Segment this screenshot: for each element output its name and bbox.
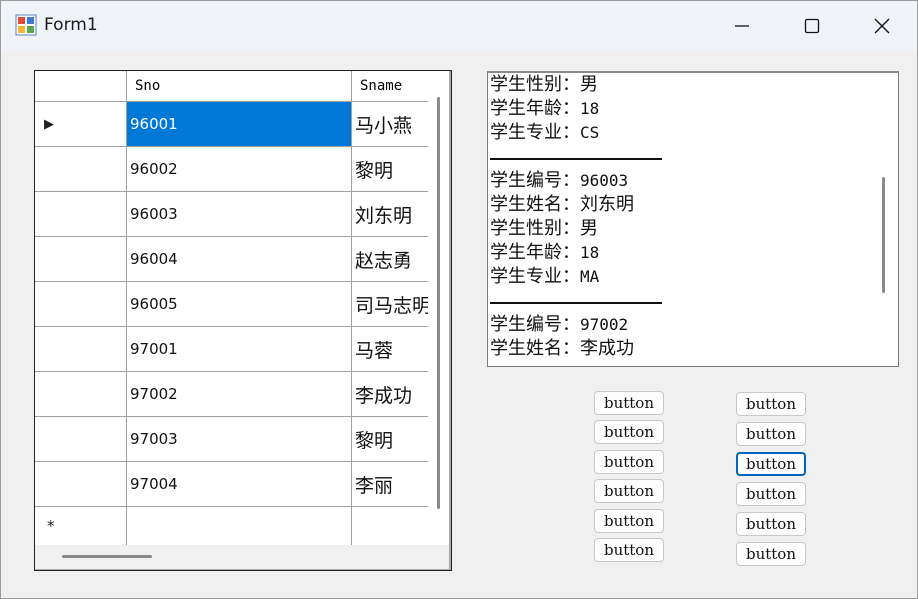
info-value: 18	[580, 99, 600, 118]
cell-sname[interactable]: 黎明	[352, 417, 428, 462]
separator-line	[490, 289, 870, 313]
textbox-vertical-scroll-thumb[interactable]	[882, 177, 885, 293]
info-line: 学生专业：CS	[490, 121, 870, 145]
info-label: 学生专业：	[490, 266, 580, 287]
left-button-2[interactable]: button	[594, 420, 664, 444]
cell-sno[interactable]: 96003	[127, 192, 352, 237]
cell-sno[interactable]: 97002	[127, 372, 352, 417]
info-label: 学生姓名：	[490, 194, 580, 215]
info-label: 学生姓名：	[490, 338, 580, 359]
info-label: 学生专业：	[490, 122, 580, 143]
minimize-button[interactable]	[709, 1, 775, 51]
right-button-6[interactable]: button	[736, 542, 806, 566]
cell-sno[interactable]: 96004	[127, 237, 352, 282]
info-line: 学生性别：男	[490, 73, 870, 97]
title-bar[interactable]: Form1	[1, 1, 917, 51]
info-line: 学生姓名：李成功	[490, 337, 870, 361]
left-button-5[interactable]: button	[594, 509, 664, 533]
textbox-content: 学生性别：男 学生年龄：18 学生专业：CS 学生编号：96003 学生姓名：刘东明 学生…	[490, 73, 870, 361]
cell-sno[interactable]: 96002	[127, 147, 352, 192]
student-data-grid[interactable]: Sno Sname ▶ 96001 马小燕 96002 黎明 96003 刘东明 96004 赵…	[34, 70, 452, 571]
cell-sname[interactable]: 黎明	[352, 147, 428, 192]
row-header[interactable]	[35, 237, 127, 282]
minimize-icon	[735, 25, 749, 27]
textbox-vertical-scrollbar[interactable]	[868, 73, 898, 366]
info-value: CS	[580, 123, 600, 142]
cell-sno[interactable]: 97004	[127, 462, 352, 507]
current-row-indicator-icon: ▶	[44, 116, 54, 132]
info-line: 学生年龄：18	[490, 97, 870, 121]
row-header[interactable]	[35, 372, 127, 417]
maximize-icon	[804, 18, 820, 34]
student-info-textbox[interactable]: 学生性别：男 学生年龄：18 学生专业：CS 学生编号：96003 学生姓名：刘东明 学生…	[487, 71, 899, 367]
info-value: 18	[580, 243, 600, 262]
new-row-cell-sno[interactable]	[127, 507, 352, 545]
new-row-cell-sname[interactable]	[352, 507, 428, 545]
info-label: 学生编号：	[490, 314, 580, 335]
info-label: 学生性别：	[490, 74, 580, 95]
close-icon	[874, 18, 890, 34]
app-icon	[15, 14, 37, 36]
right-button-3[interactable]: button	[736, 452, 806, 476]
info-line: 学生编号：96003	[490, 169, 870, 193]
info-value: 刘东明	[580, 194, 634, 215]
info-label: 学生年龄：	[490, 242, 580, 263]
new-row-icon: *	[47, 517, 55, 535]
cell-sno[interactable]: 96001	[127, 102, 352, 147]
top-left-header-cell	[35, 71, 127, 102]
info-line: 学生年龄：18	[490, 241, 870, 265]
row-header[interactable]	[35, 282, 127, 327]
right-button-5[interactable]: button	[736, 512, 806, 536]
info-value: 李成功	[580, 338, 634, 359]
right-button-1[interactable]: button	[736, 392, 806, 416]
grid-vertical-scroll-thumb[interactable]	[437, 97, 440, 509]
info-label: 学生性别：	[490, 218, 580, 239]
right-button-2[interactable]: button	[736, 422, 806, 446]
grid-horizontal-scrollbar[interactable]	[35, 545, 449, 569]
cell-sno[interactable]: 96005	[127, 282, 352, 327]
info-value: 97002	[580, 315, 629, 334]
info-value: 男	[580, 218, 598, 239]
row-header[interactable]	[35, 327, 127, 372]
cell-sname[interactable]: 司马志明	[352, 282, 428, 327]
info-value: 男	[580, 74, 598, 95]
column-header-sname[interactable]: Sname	[352, 71, 428, 102]
new-row-header[interactable]: *	[35, 507, 127, 545]
info-line: 学生编号：97002	[490, 313, 870, 337]
window-title: Form1	[44, 15, 98, 35]
info-label: 学生年龄：	[490, 98, 580, 119]
column-header-sno[interactable]: Sno	[127, 71, 352, 102]
info-value: 96003	[580, 171, 629, 190]
cell-sname[interactable]: 赵志勇	[352, 237, 428, 282]
left-button-6[interactable]: button	[594, 538, 664, 562]
info-value: MA	[580, 267, 600, 286]
row-header[interactable]: ▶	[35, 102, 127, 147]
row-header[interactable]	[35, 192, 127, 237]
left-button-4[interactable]: button	[594, 479, 664, 503]
maximize-button[interactable]	[779, 1, 845, 51]
right-button-4[interactable]: button	[736, 482, 806, 506]
row-header[interactable]	[35, 462, 127, 507]
info-line: 学生性别：男	[490, 217, 870, 241]
separator-line	[490, 145, 870, 169]
cell-sname[interactable]: 马蓉	[352, 327, 428, 372]
cell-sname[interactable]: 马小燕	[352, 102, 428, 147]
cell-sname[interactable]: 李丽	[352, 462, 428, 507]
cell-sname[interactable]: 李成功	[352, 372, 428, 417]
cell-sno[interactable]: 97001	[127, 327, 352, 372]
cell-sno[interactable]: 97003	[127, 417, 352, 462]
close-button[interactable]	[849, 1, 915, 51]
info-line: 学生专业：MA	[490, 265, 870, 289]
grid-horizontal-scroll-thumb[interactable]	[62, 555, 152, 558]
info-line: 学生姓名：刘东明	[490, 193, 870, 217]
cell-sname[interactable]: 刘东明	[352, 192, 428, 237]
left-button-1[interactable]: button	[594, 391, 664, 415]
info-label: 学生编号：	[490, 170, 580, 191]
left-button-3[interactable]: button	[594, 450, 664, 474]
row-header[interactable]	[35, 147, 127, 192]
row-header[interactable]	[35, 417, 127, 462]
grid-vertical-scrollbar[interactable]	[428, 71, 449, 545]
grid-cells-area: Sno Sname ▶ 96001 马小燕 96002 黎明 96003 刘东明 96004 赵…	[35, 71, 428, 545]
